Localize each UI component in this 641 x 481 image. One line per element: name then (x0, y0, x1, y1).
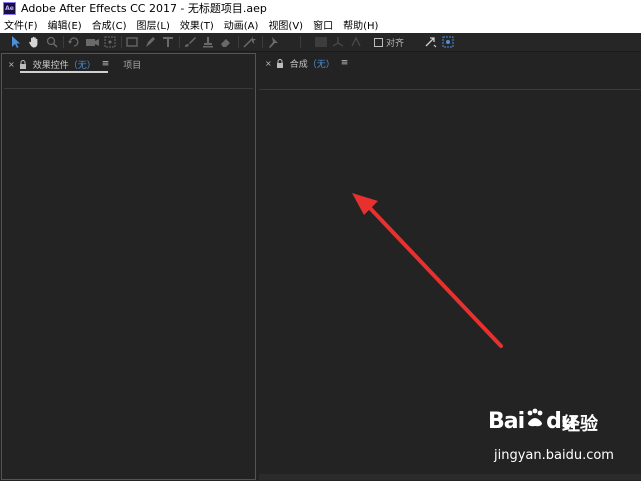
watermark-url: jingyan.baidu.com (494, 448, 614, 463)
baidu-logo-text-1: Bai (488, 409, 525, 434)
baidu-jingyan-watermark: Bai du 经验 jingyan.baidu.com (488, 408, 638, 474)
paw-icon (524, 408, 546, 434)
jingyan-label: 经验 (562, 414, 598, 435)
